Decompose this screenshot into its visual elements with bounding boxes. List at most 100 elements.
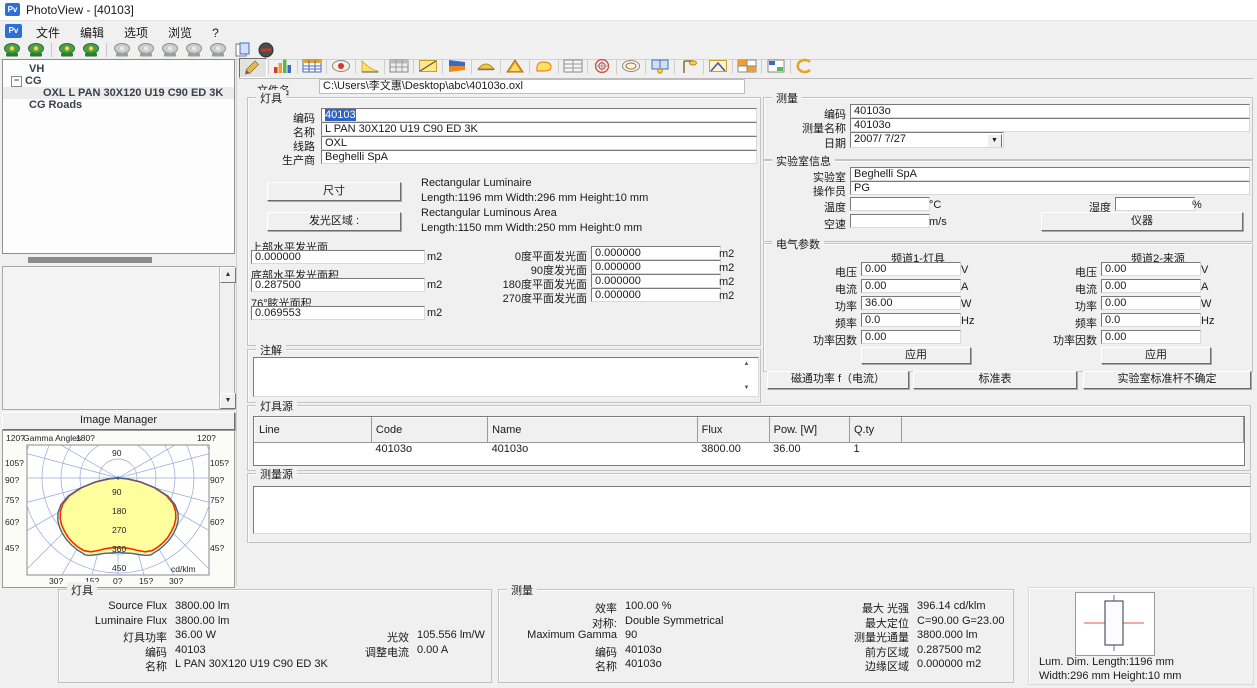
h-area-field-1[interactable]: 0.287500: [251, 278, 425, 292]
utilization-diagram-icon[interactable]: [357, 58, 383, 76]
scrollbar[interactable]: ▲ ▼: [219, 267, 234, 409]
scroll-up-icon[interactable]: ▲: [742, 360, 751, 369]
electrical-field-1-4[interactable]: 0.00: [1101, 330, 1201, 344]
plane-area-field-0[interactable]: 0.000000: [591, 246, 721, 260]
instrument-button[interactable]: 仪器: [1041, 212, 1243, 231]
open-folder-photometry-icon[interactable]: [25, 42, 47, 58]
stop-icon[interactable]: [255, 42, 277, 58]
image-manager-button[interactable]: Image Manager: [2, 412, 235, 430]
glare-view-icon[interactable]: [328, 58, 354, 76]
meas-code-field[interactable]: 40103o: [850, 104, 1250, 118]
summary-table-icon[interactable]: [763, 58, 789, 76]
gamma-polar-chart: 120?Gamma Angles180?120?45?45?60?60?75?7…: [3, 431, 232, 585]
operator-field[interactable]: PG: [850, 181, 1250, 195]
notes-group-title: 注解: [256, 342, 286, 358]
sources-col-header-5[interactable]: Q.ty: [849, 418, 901, 443]
electrical-field-1-1[interactable]: 0.00: [1101, 279, 1201, 293]
scroll-up-icon[interactable]: ▲: [220, 267, 236, 283]
electrical-field-1-3[interactable]: 0.0: [1101, 313, 1201, 327]
lab-field[interactable]: Beghelli SpA: [850, 167, 1250, 181]
lamp-sources-table[interactable]: LineCodeNameFluxPow. [W]Q.ty40103o40103o…: [253, 416, 1245, 466]
edit-data-icon[interactable]: [239, 58, 267, 78]
tree-item-1[interactable]: −CG: [3, 75, 234, 87]
luminance-diagram-icon[interactable]: [415, 58, 441, 76]
sources-col-header-4[interactable]: Pow. [W]: [769, 418, 849, 443]
splitter-handle[interactable]: [28, 257, 152, 263]
air-speed-field[interactable]: [850, 214, 930, 228]
plane-area-field-2[interactable]: 0.000000: [591, 274, 721, 288]
open-photometry-icon[interactable]: [1, 42, 23, 58]
apply-button-0[interactable]: 应用: [861, 347, 971, 364]
cone-diagram-icon[interactable]: [502, 58, 528, 76]
chevron-down-icon[interactable]: ▼: [987, 134, 1002, 148]
isocandela-diagram-icon[interactable]: [618, 58, 644, 76]
save-photometry-icon[interactable]: [56, 42, 78, 58]
scroll-down-icon[interactable]: ▼: [742, 384, 751, 393]
luminous-area-button[interactable]: 发光区域 :: [267, 212, 401, 231]
beam-angle-icon[interactable]: [705, 58, 731, 76]
luminaire-field-0[interactable]: 40103: [321, 108, 757, 122]
electrical-field-0-2[interactable]: 36.00: [861, 296, 961, 310]
export-cie-icon[interactable]: [159, 42, 181, 58]
electrical-unit-0-3: Hz: [961, 315, 974, 327]
tree-item-3[interactable]: CG Roads: [3, 99, 234, 111]
convert-txt-icon[interactable]: [231, 42, 253, 58]
measurement-sources-list[interactable]: [253, 486, 1251, 534]
flux-grid-icon[interactable]: [734, 58, 760, 76]
export-eps-icon[interactable]: [183, 42, 205, 58]
document-icon[interactable]: Pv: [5, 24, 22, 38]
street-diagram-icon[interactable]: [676, 58, 702, 76]
export-ies-icon[interactable]: [111, 42, 133, 58]
scroll-down-icon[interactable]: ▼: [220, 393, 236, 409]
temperature-field[interactable]: [850, 197, 930, 211]
h-area-field-0[interactable]: 0.000000: [251, 250, 425, 264]
save-as-photometry-icon[interactable]: [80, 42, 102, 58]
electrical-field-1-2[interactable]: 0.00: [1101, 296, 1201, 310]
luminaire-view-icon[interactable]: [473, 58, 499, 76]
electrical-field-0-4[interactable]: 0.00: [861, 330, 961, 344]
h-area-field-2[interactable]: 0.069553: [251, 306, 425, 320]
status-value: 40103: [175, 644, 206, 656]
ugr-table-icon[interactable]: [386, 58, 412, 76]
luminaire-field-1[interactable]: L PAN 30X120 U19 C90 ED 3K: [321, 122, 757, 136]
sources-col-header-2[interactable]: Name: [488, 418, 698, 443]
intensity-table-icon[interactable]: [299, 58, 325, 76]
table-row[interactable]: 40103o40103o3800.0036.001: [255, 443, 1244, 466]
menu-item-4[interactable]: ?: [202, 23, 229, 43]
room-efficiency-icon[interactable]: [647, 58, 673, 76]
collapse-toggle-icon[interactable]: −: [11, 76, 22, 87]
electrical-field-1-0[interactable]: 0.00: [1101, 262, 1201, 276]
zone-flux-diagram-icon[interactable]: [444, 58, 470, 76]
notes-textarea[interactable]: [253, 357, 759, 397]
sources-col-header-1[interactable]: Code: [371, 418, 487, 443]
action-button-0[interactable]: 磁通功率 f（电流）: [767, 371, 909, 389]
sources-col-header-0[interactable]: Line: [255, 418, 372, 443]
polar-diagram-icon[interactable]: [589, 58, 615, 76]
tab-separator: [268, 59, 269, 74]
apply-button-1[interactable]: 应用: [1101, 347, 1211, 364]
humidity-field[interactable]: [1115, 197, 1195, 211]
action-button-1[interactable]: 标准表: [913, 371, 1077, 389]
date-combobox[interactable]: 2007/ 7/27 ▼: [850, 132, 1004, 148]
meas-name-field[interactable]: 40103o: [850, 118, 1250, 132]
sources-col-header-6[interactable]: [902, 418, 1244, 443]
status-value: 105.556 lm/W: [417, 629, 485, 641]
luminaire-field-3[interactable]: Beghelli SpA: [321, 150, 757, 164]
dimensions-button[interactable]: 尺寸: [267, 182, 401, 201]
luminaire-field-2[interactable]: OXL: [321, 136, 757, 150]
tree-item-2[interactable]: OXL L PAN 30X120 U19 C90 ED 3K: [3, 87, 234, 99]
cie-flux-table-icon[interactable]: [560, 58, 586, 76]
electrical-field-0-0[interactable]: 0.00: [861, 262, 961, 276]
export-ldt-icon[interactable]: [135, 42, 157, 58]
export-jpg-icon[interactable]: [207, 42, 229, 58]
isolux-diagram-icon[interactable]: [531, 58, 557, 76]
electrical-field-0-1[interactable]: 0.00: [861, 279, 961, 293]
electrical-field-0-3[interactable]: 0.0: [861, 313, 961, 327]
plane-area-field-1[interactable]: 0.000000: [591, 260, 721, 274]
action-button-2[interactable]: 实验室标准杆不确定: [1083, 371, 1251, 389]
c-plane-icon[interactable]: [792, 58, 818, 76]
sources-col-header-3[interactable]: Flux: [697, 418, 769, 443]
spectrum-icon[interactable]: [270, 58, 296, 76]
plane-area-field-3[interactable]: 0.000000: [591, 288, 721, 302]
tree-item-0[interactable]: VH: [3, 63, 234, 75]
